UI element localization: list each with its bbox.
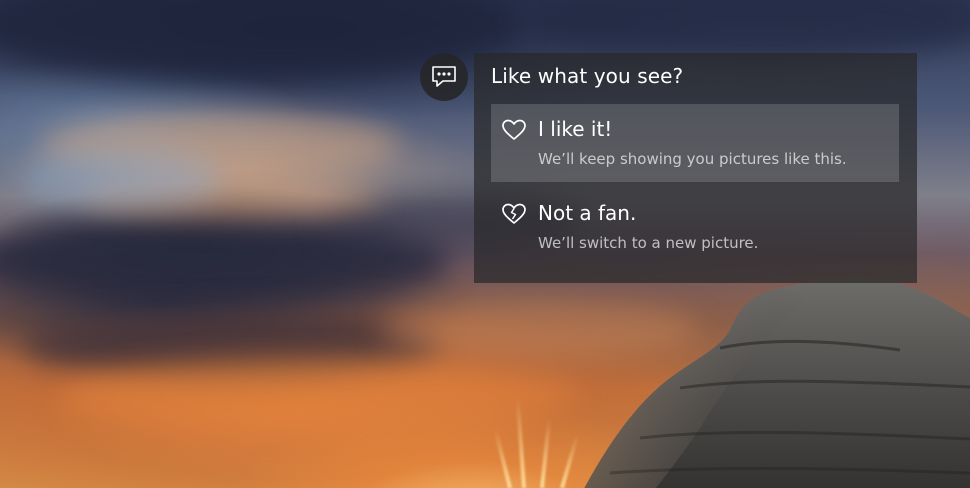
broken-heart-icon <box>502 203 526 224</box>
option-not-a-fan-label: Not a fan. <box>538 201 637 225</box>
dark-cloud <box>520 0 970 60</box>
option-like-it[interactable]: I like it! We’ll keep showing you pictur… <box>491 104 899 182</box>
rock-formation <box>584 279 970 488</box>
blue-sky-patch <box>20 150 220 210</box>
flyout-title: Like what you see? <box>491 64 684 88</box>
option-not-a-fan-description: We’ll switch to a new picture. <box>538 234 759 252</box>
feedback-button[interactable] <box>420 53 468 101</box>
option-like-it-description: We’ll keep showing you pictures like thi… <box>538 150 847 168</box>
sun-ray <box>540 418 552 488</box>
feedback-flyout: Like what you see? I like it! We’ll keep… <box>474 53 917 283</box>
heart-icon <box>502 119 526 140</box>
chat-bubble-icon <box>432 66 456 87</box>
option-not-a-fan[interactable]: Not a fan. We’ll switch to a new picture… <box>491 188 899 266</box>
sun-ray <box>493 429 512 488</box>
lit-cloud <box>60 360 580 430</box>
option-like-it-label: I like it! <box>538 117 613 141</box>
